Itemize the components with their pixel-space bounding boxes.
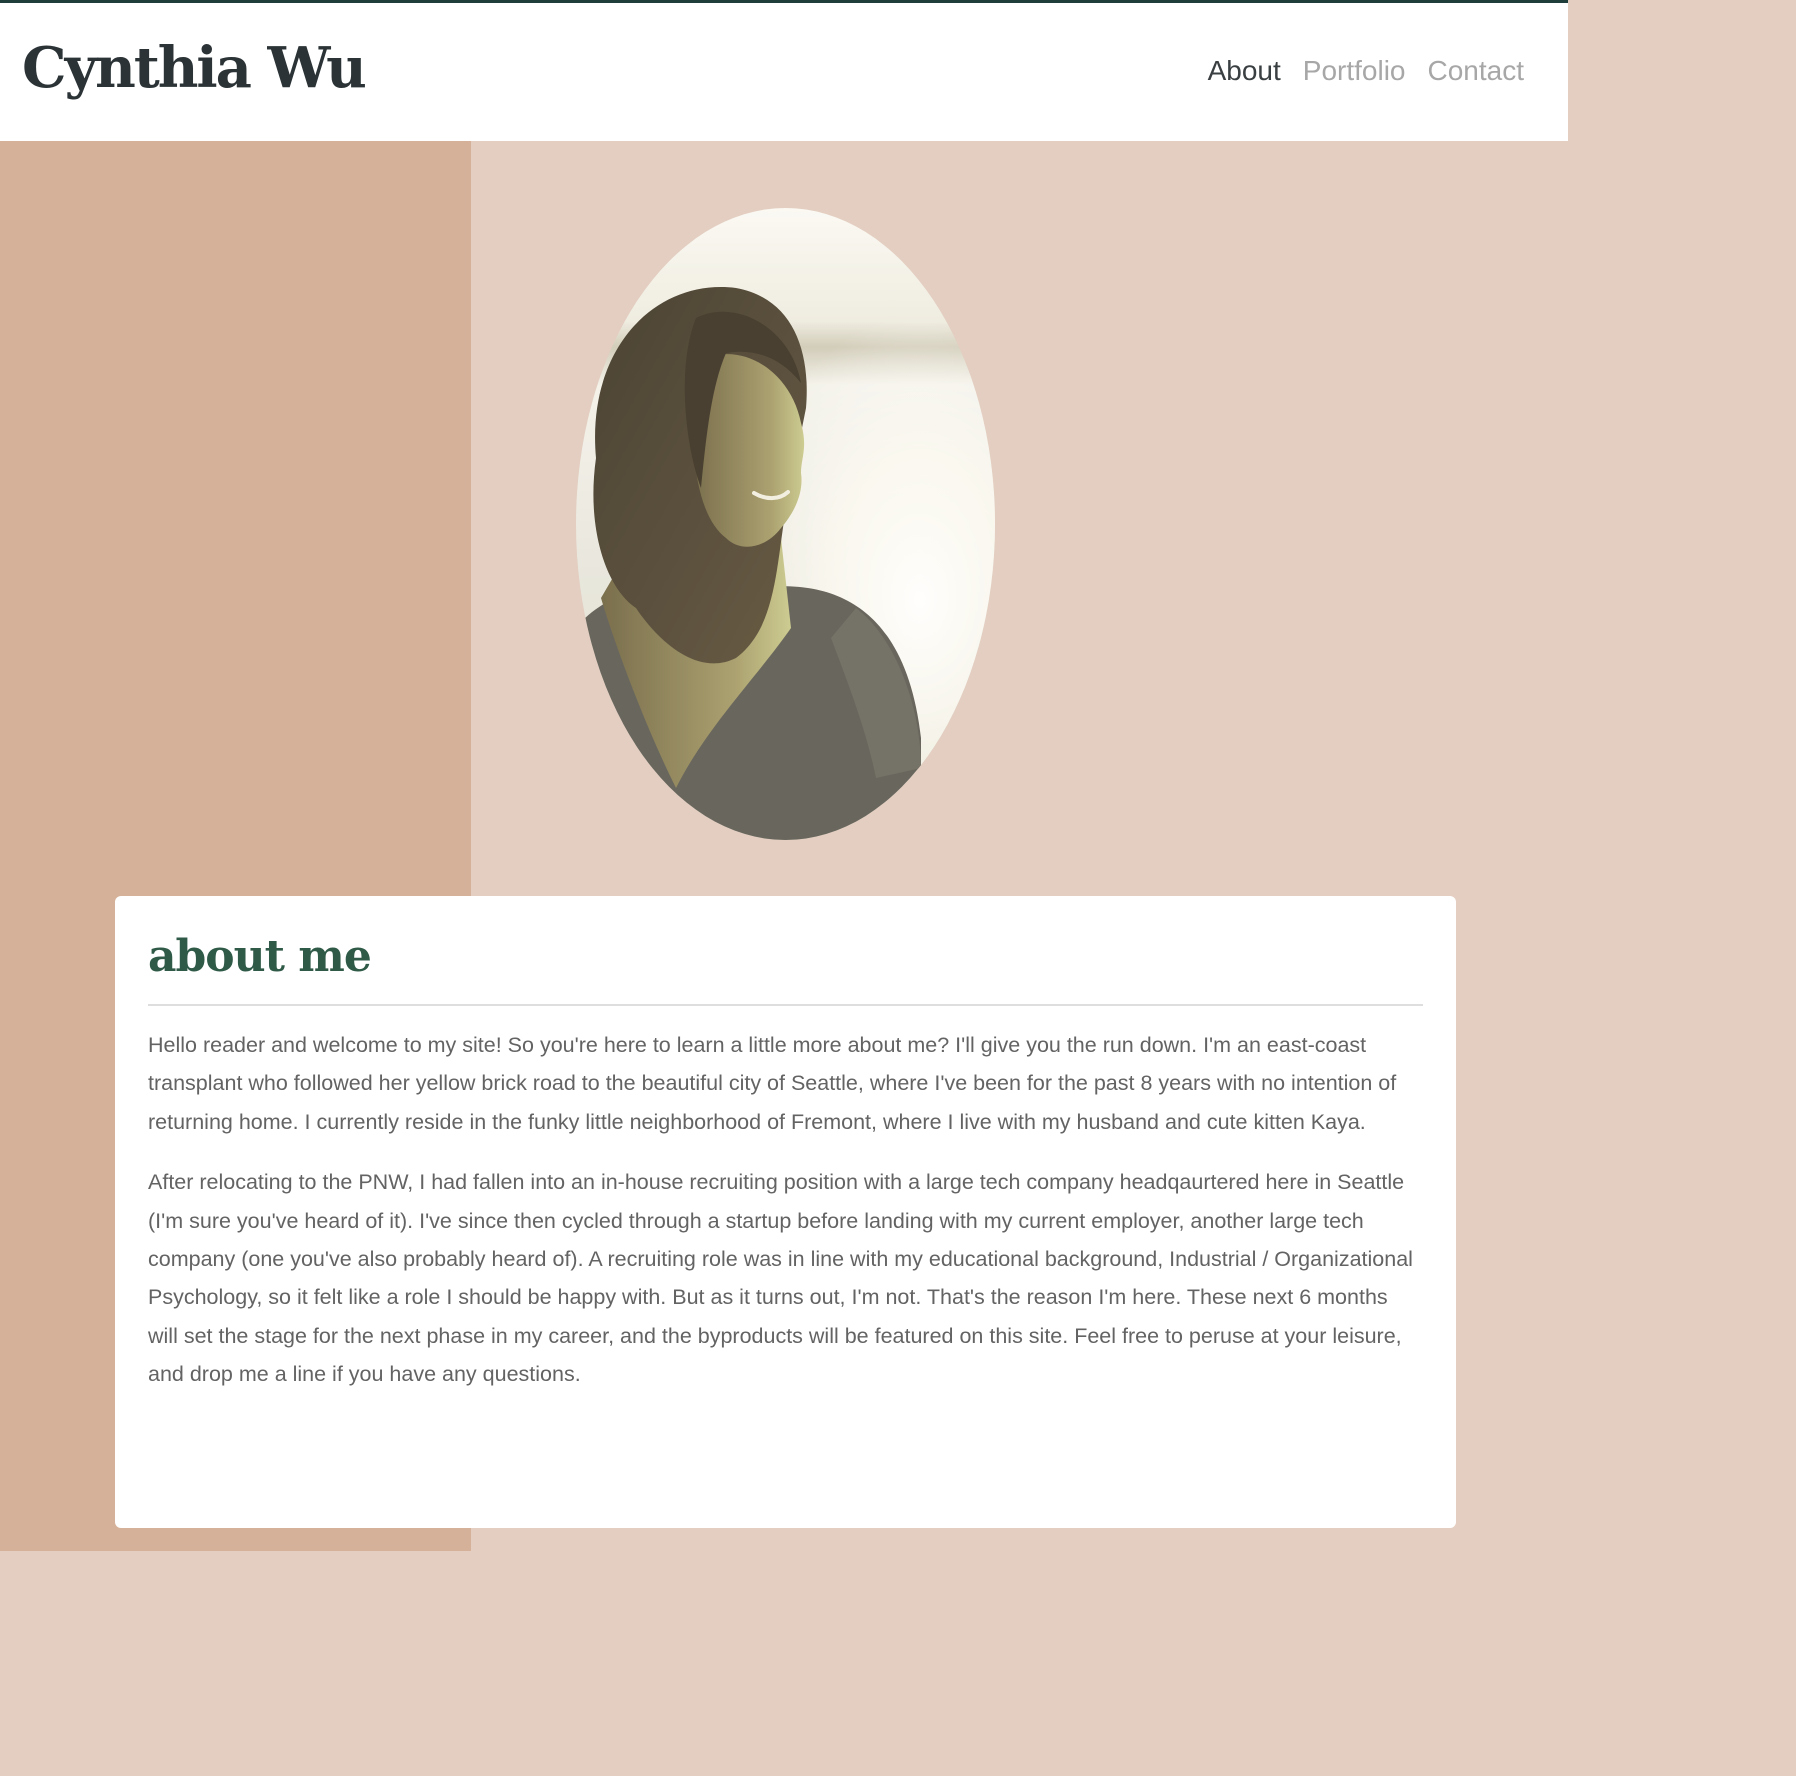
site-header: Cynthia Wu About Portfolio Contact	[0, 3, 1568, 141]
portrait-photo	[576, 208, 995, 840]
nav-link-contact[interactable]: Contact	[1428, 51, 1525, 91]
nav-link-about[interactable]: About	[1208, 51, 1281, 91]
about-card: about me Hello reader and welcome to my …	[115, 896, 1456, 1528]
nav-link-portfolio[interactable]: Portfolio	[1303, 51, 1406, 91]
site-title[interactable]: Cynthia Wu	[22, 33, 367, 103]
about-paragraph-1: Hello reader and welcome to my site! So …	[148, 1033, 1397, 1134]
about-heading: about me	[148, 931, 372, 982]
about-paragraph-2: After relocating to the PNW, I had falle…	[148, 1170, 1413, 1387]
heading-divider	[148, 1004, 1423, 1006]
main-nav: About Portfolio Contact	[1208, 51, 1524, 91]
